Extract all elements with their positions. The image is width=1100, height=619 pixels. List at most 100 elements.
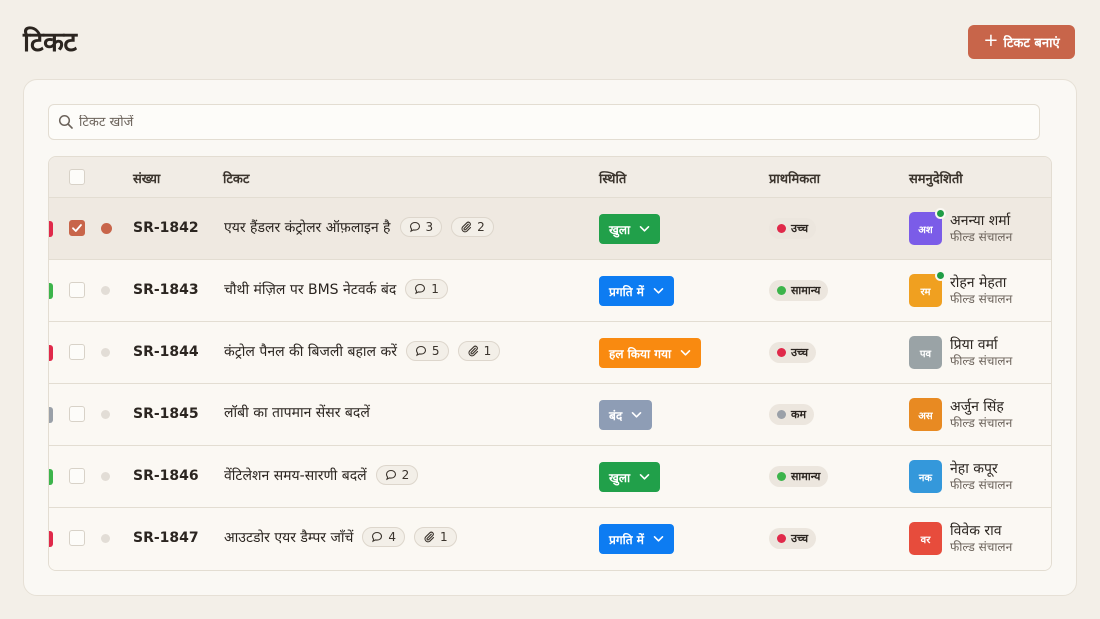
ticket-number[interactable]: SR-1847 <box>133 530 199 546</box>
priority-dot <box>777 534 786 543</box>
column-header-number[interactable]: संख्या <box>133 169 160 187</box>
row-checkbox[interactable] <box>69 530 85 546</box>
ticket-number[interactable]: SR-1846 <box>133 468 199 484</box>
assignee-name: प्रिया वर्मा <box>950 336 998 353</box>
chevron-down-icon <box>653 536 664 542</box>
select-all-checkbox[interactable] <box>69 169 85 185</box>
assignee-team: फील्ड संचालन <box>950 353 1013 368</box>
ticket-title[interactable]: चौथी मंज़िल पर BMS नेटवर्क बंद <box>224 280 396 299</box>
ticket-cell: वेंटिलेशन समय-सारणी बदलें 2 <box>224 465 419 485</box>
assignee-cell[interactable]: नक नेहा कपूर फील्ड संचालन <box>909 460 1012 493</box>
attachment-count: 2 <box>477 220 485 234</box>
chevron-down-icon <box>680 350 691 356</box>
priority-edge-marker <box>49 283 53 299</box>
unread-indicator <box>101 286 110 295</box>
row-checkbox[interactable] <box>69 282 85 298</box>
search-box <box>48 104 1040 140</box>
online-status-indicator <box>935 208 946 219</box>
status-label: बंद <box>609 408 623 423</box>
status-dropdown[interactable]: हल किया गया <box>599 338 702 368</box>
ticket-title[interactable]: आउटडोर एयर डैम्पर जाँचें <box>224 528 353 547</box>
assignee-team: फील्ड संचालन <box>950 539 1013 554</box>
plus-icon: + <box>983 30 999 51</box>
online-status-indicator <box>935 270 946 281</box>
row-checkbox[interactable] <box>69 468 85 484</box>
comment-count-chip: 4 <box>362 527 405 547</box>
assignee-cell[interactable]: पव प्रिया वर्मा फील्ड संचालन <box>909 336 1012 369</box>
assignee-cell[interactable]: अश अनन्या शर्मा फील्ड संचालन <box>909 208 1012 245</box>
comment-count: 3 <box>425 220 434 234</box>
assignee-cell[interactable]: वर विवेक राव फील्ड संचालन <box>909 522 1012 555</box>
avatar-initials: पव <box>919 348 932 360</box>
table-row[interactable]: SR-1842 एयर हैंडलर कंट्रोलर ऑफ़लाइन है 3 2 ख… <box>49 198 1051 260</box>
tickets-card: संख्या टिकट स्थिति प्राथमिकता समनुदेशिती… <box>23 79 1077 596</box>
ticket-title[interactable]: वेंटिलेशन समय-सारणी बदलें <box>224 466 367 485</box>
priority-edge-marker <box>49 407 53 423</box>
status-dropdown[interactable]: प्रगति में <box>599 524 674 554</box>
paperclip-icon <box>424 531 435 543</box>
priority-badge: उच्च <box>769 342 817 363</box>
create-ticket-button[interactable]: + टिकट बनाएं <box>968 25 1075 59</box>
priority-edge-marker <box>49 531 53 547</box>
avatar-initials: नक <box>918 472 933 484</box>
assignee-team: फील्ड संचालन <box>950 415 1013 430</box>
column-header-ticket[interactable]: टिकट <box>223 169 249 187</box>
assignee-team: फील्ड संचालन <box>950 291 1013 306</box>
paperclip-icon <box>468 345 478 357</box>
chevron-down-icon <box>653 288 664 294</box>
comment-count-chip: 3 <box>399 217 443 237</box>
row-checkbox[interactable] <box>69 406 85 422</box>
priority-label: उच्च <box>791 346 809 359</box>
status-dropdown[interactable]: खुला <box>599 462 661 492</box>
status-dropdown[interactable]: प्रगति में <box>599 276 674 306</box>
avatar-initials: रम <box>920 286 931 298</box>
avatar-initials: अस <box>918 410 933 422</box>
priority-dot <box>777 224 786 233</box>
avatar-initials: अश <box>918 224 933 236</box>
status-label: खुला <box>609 470 631 485</box>
comment-icon <box>372 531 383 543</box>
row-checkbox[interactable] <box>69 344 85 360</box>
assignee-name: रोहन मेहता <box>950 274 1007 291</box>
priority-edge-marker <box>49 221 53 237</box>
ticket-title[interactable]: कंट्रोल पैनल की बिजली बहाल करें <box>224 342 397 361</box>
priority-edge-marker <box>49 345 53 361</box>
chevron-down-icon <box>639 226 650 232</box>
priority-label: उच्च <box>791 532 809 545</box>
page-title: टिकट <box>23 27 77 58</box>
table-row[interactable]: SR-1843 चौथी मंज़िल पर BMS नेटवर्क बंद 1 प्… <box>49 260 1051 322</box>
priority-dot <box>777 410 786 419</box>
status-label: हल किया गया <box>609 346 672 361</box>
avatar: पव <box>909 336 942 369</box>
assignee-name: नेहा कपूर <box>950 460 998 477</box>
assignee-name: अर्जुन सिंह <box>950 398 1004 415</box>
table-row[interactable]: SR-1845 लॉबी का तापमान सेंसर बदलें बंद कम अस… <box>49 384 1051 446</box>
status-dropdown[interactable]: बंद <box>599 400 653 430</box>
column-header-priority[interactable]: प्राथमिकता <box>769 169 820 187</box>
assignee-cell[interactable]: रम रोहन मेहता फील्ड संचालन <box>909 270 1013 307</box>
attachment-count-chip: 1 <box>457 341 501 361</box>
comment-count: 5 <box>431 344 440 358</box>
status-label: प्रगति में <box>609 532 644 547</box>
comment-icon <box>385 469 396 481</box>
ticket-number[interactable]: SR-1843 <box>133 282 199 298</box>
table-row[interactable]: SR-1847 आउटडोर एयर डैम्पर जाँचें 4 1 प्रगति … <box>49 508 1051 570</box>
ticket-number[interactable]: SR-1842 <box>133 220 199 236</box>
assignee-cell[interactable]: अस अर्जुन सिंह फील्ड संचालन <box>909 398 1012 431</box>
ticket-number[interactable]: SR-1845 <box>133 406 199 422</box>
ticket-number[interactable]: SR-1844 <box>133 344 199 360</box>
row-checkbox[interactable] <box>69 220 85 236</box>
ticket-title[interactable]: एयर हैंडलर कंट्रोलर ऑफ़लाइन है <box>224 218 391 237</box>
unread-indicator <box>101 534 110 543</box>
table-row[interactable]: SR-1844 कंट्रोल पैनल की बिजली बहाल करें 5 1… <box>49 322 1051 384</box>
ticket-title[interactable]: लॉबी का तापमान सेंसर बदलें <box>224 403 370 422</box>
comment-icon <box>415 345 426 357</box>
assignee-name: अनन्या शर्मा <box>950 212 1011 229</box>
search-input[interactable] <box>79 114 1039 130</box>
column-header-status[interactable]: स्थिति <box>599 169 626 187</box>
table-row[interactable]: SR-1846 वेंटिलेशन समय-सारणी बदलें 2 खुला साम… <box>49 446 1051 508</box>
status-dropdown[interactable]: खुला <box>599 214 661 244</box>
comment-count: 4 <box>388 530 396 544</box>
comment-count: 2 <box>401 468 410 482</box>
column-header-assignee[interactable]: समनुदेशिती <box>909 169 963 187</box>
